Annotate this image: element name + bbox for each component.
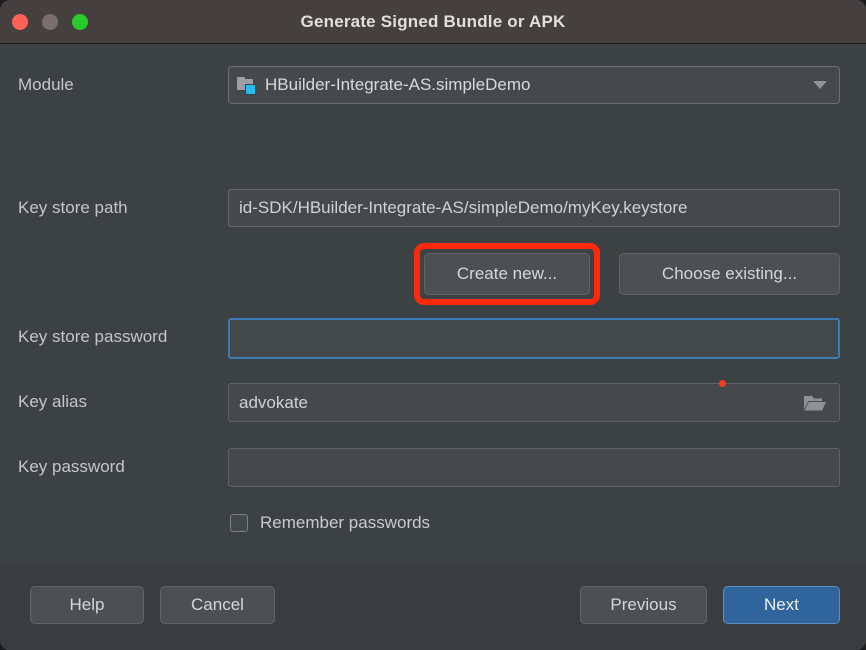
window-title: Generate Signed Bundle or APK	[300, 12, 566, 31]
key-store-password-input[interactable]	[228, 318, 840, 359]
key-password-label: Key password	[18, 457, 125, 476]
remember-passwords-checkbox-row[interactable]: Remember passwords	[230, 513, 430, 533]
key-store-password-label: Key store password	[18, 327, 168, 346]
key-password-input[interactable]	[228, 448, 840, 487]
module-value: HBuilder-Integrate-AS.simpleDemo	[265, 75, 531, 94]
previous-button[interactable]: Previous	[580, 586, 707, 624]
generate-signed-bundle-dialog: Generate Signed Bundle or APK Module HBu…	[0, 0, 866, 650]
module-combobox[interactable]: HBuilder-Integrate-AS.simpleDemo	[228, 66, 840, 104]
next-button[interactable]: Next	[723, 586, 840, 624]
key-store-path-label: Key store path	[18, 198, 128, 217]
chevron-down-icon[interactable]	[813, 81, 827, 89]
remember-passwords-checkbox[interactable]	[230, 514, 248, 532]
help-button[interactable]: Help	[30, 586, 144, 624]
dialog-body: Module HBuilder-Integrate-AS.simpleDemo …	[0, 44, 866, 565]
key-alias-input[interactable]: advokate	[228, 383, 840, 422]
key-store-path-value: id-SDK/HBuilder-Integrate-AS/simpleDemo/…	[239, 198, 688, 217]
key-alias-label: Key alias	[18, 392, 87, 411]
title-bar: Generate Signed Bundle or APK	[0, 0, 866, 44]
remember-passwords-label: Remember passwords	[260, 513, 431, 532]
cancel-button[interactable]: Cancel	[160, 586, 275, 624]
module-label: Module	[18, 75, 74, 94]
module-folder-icon	[237, 76, 257, 95]
key-alias-value: advokate	[239, 392, 308, 412]
red-dot-marker	[719, 380, 726, 387]
key-store-path-input[interactable]: id-SDK/HBuilder-Integrate-AS/simpleDemo/…	[228, 189, 840, 227]
folder-open-icon[interactable]	[803, 394, 827, 412]
choose-existing-button[interactable]: Choose existing...	[619, 253, 840, 295]
dialog-footer: Help Cancel Previous Next	[0, 565, 866, 650]
create-new-button[interactable]: Create new...	[424, 253, 590, 295]
